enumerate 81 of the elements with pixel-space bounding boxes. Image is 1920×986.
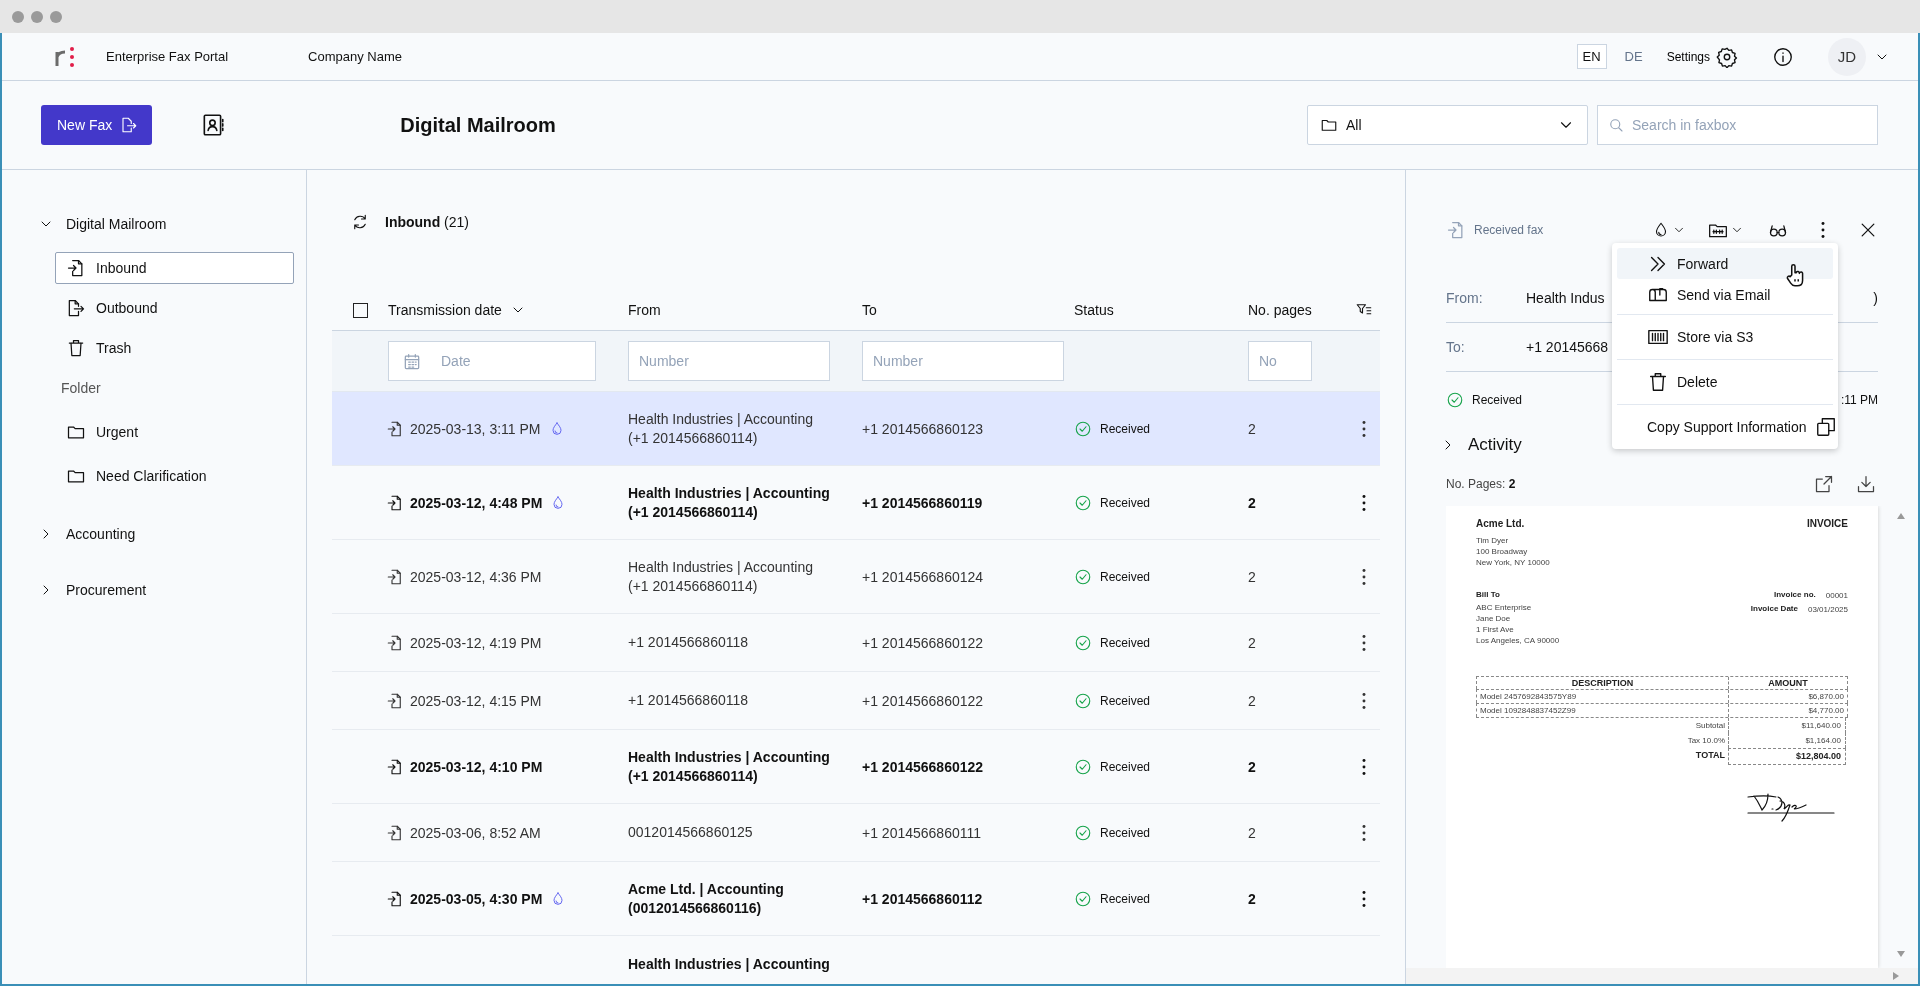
table-cell: 2025-03-12, 4:36 PM bbox=[410, 568, 542, 585]
table-cell: 2025-03-05, 4:30 PM bbox=[410, 890, 543, 907]
table-cell: 2025-03-12, 4:15 PM bbox=[410, 692, 542, 709]
table-cell: Model 1092848837452Z99 bbox=[1477, 704, 1729, 717]
table-cell-text: Health Industries | Accounting (+1 2014566860114) bbox=[628, 483, 831, 522]
app-name: Enterprise Fax Portal bbox=[106, 49, 229, 64]
table-cell-text: 2 bbox=[1248, 890, 1257, 907]
table-cell-text: $6,870.00 bbox=[1807, 691, 1845, 703]
field-value: +1 20145668 bbox=[1526, 339, 1609, 355]
status-label: Received bbox=[1100, 891, 1151, 906]
table-cell: 2025-03-12, 4:19 PM bbox=[410, 634, 542, 651]
table-cell: 2025-03-12, 4:10 PM bbox=[410, 758, 543, 775]
table-cell-text: +1 2014566860124 bbox=[862, 568, 985, 585]
table-cell-text: +1 2014566860122 bbox=[862, 634, 985, 651]
total-label: Tax 10.0% bbox=[1686, 735, 1726, 747]
address-line: 100 Broadway bbox=[1476, 546, 1529, 557]
invoice-meta-label: Invoice Date bbox=[1750, 603, 1798, 615]
table-cell-text: +1 2014566860111 bbox=[862, 824, 982, 841]
table-cell-text: 2 bbox=[1248, 568, 1257, 585]
table-cell-text: Health Industries | Accounting (+1 2014566860114) bbox=[628, 409, 814, 448]
field-label: To: bbox=[1446, 339, 1466, 355]
table-cell-text: +1 2014566860123 bbox=[862, 420, 985, 437]
table-cell-text: +1 2014566860122 bbox=[862, 692, 985, 709]
status-label: Received bbox=[1472, 393, 1523, 407]
field-label: From: bbox=[1446, 290, 1484, 306]
table-cell-text: Health Industries | Accounting bbox=[628, 955, 831, 974]
table-cell-text: +1 2014566860122 bbox=[862, 758, 985, 775]
table-cell-text: 2 bbox=[1248, 634, 1257, 651]
status-label: Received bbox=[1100, 421, 1151, 436]
total-value: $1,164.00 bbox=[1728, 733, 1846, 748]
page-title: Digital Mailroom bbox=[400, 113, 556, 137]
field-value: Health Indus bbox=[1526, 290, 1605, 306]
invoice-meta-value: 00001 bbox=[1825, 589, 1848, 601]
table-cell-text: +1 2014566860112 bbox=[862, 890, 984, 907]
address-line: New York, NY 10000 bbox=[1476, 557, 1551, 568]
total-value: $11,640.00 bbox=[1728, 718, 1846, 733]
invoice-meta-value: 03/01/2025 bbox=[1807, 603, 1848, 615]
status-label: Received bbox=[1100, 693, 1151, 708]
timestamp: :11 PM bbox=[1840, 393, 1878, 407]
table-header: AMOUNT bbox=[1767, 677, 1809, 689]
address-line: ABC Enterprise bbox=[1476, 602, 1533, 613]
folder-heading: Folder bbox=[60, 379, 102, 398]
list-title: Inbound (21) bbox=[385, 214, 469, 230]
invoice-meta-label: Invoice no. bbox=[1773, 589, 1816, 601]
table-cell-text: +1 2014566860118 bbox=[628, 691, 750, 710]
table-cell-text: Acme Ltd. | Accounting (0012014566860116) bbox=[628, 879, 785, 918]
total-label: Subtotal bbox=[1694, 720, 1726, 732]
table-cell: 2025-03-06, 8:52 AM bbox=[410, 824, 541, 841]
table-cell: Model 2457692843575Y89 bbox=[1477, 690, 1729, 703]
table-cell-text: 2 bbox=[1248, 824, 1257, 841]
table-cell-text: $4,770.00 bbox=[1807, 705, 1845, 717]
panel-title: Received fax bbox=[1474, 223, 1544, 237]
table-cell-text: Health Industries | Accounting (+1 2014566860114) bbox=[628, 557, 814, 596]
total-label: TOTAL bbox=[1694, 749, 1726, 762]
bill-to-label: Bill To bbox=[1476, 589, 1501, 601]
table-cell: 2025-03-13, 3:11 PM bbox=[410, 420, 541, 437]
table-cell-text: +1 2014566860119 bbox=[862, 494, 984, 511]
table-cell-text: Health Industries | Accounting (+1 2014566860114) bbox=[628, 747, 831, 786]
table-cell-text: 2 bbox=[1248, 758, 1257, 775]
address-line: Tim Dyer bbox=[1476, 535, 1510, 546]
company-name: Company Name bbox=[308, 49, 403, 64]
document-company: Acme Ltd. bbox=[1476, 518, 1525, 529]
table-cell-text: 0012014566860125 bbox=[628, 823, 754, 842]
document-title: INVOICE bbox=[1806, 518, 1848, 529]
table-cell-text: +1 2014566860118 bbox=[628, 633, 750, 652]
page-count: No. Pages: 2 bbox=[1446, 477, 1516, 491]
table-cell-text: 2 bbox=[1248, 420, 1257, 437]
total-value: $12,804.00 bbox=[1728, 748, 1846, 765]
status-label: Received bbox=[1100, 495, 1151, 510]
status-label: Received bbox=[1100, 759, 1151, 774]
field-value: ) bbox=[1873, 290, 1878, 306]
address-line: Jane Doe bbox=[1476, 613, 1512, 624]
table-cell-text: 2 bbox=[1248, 692, 1257, 709]
status-label: Received bbox=[1100, 569, 1151, 584]
table-cell: 2025-03-12, 4:48 PM bbox=[410, 494, 543, 511]
status-label: Received bbox=[1100, 825, 1151, 840]
status-label: Received bbox=[1100, 635, 1151, 650]
address-line: 1 First Ave bbox=[1476, 624, 1515, 635]
table-header: DESCRIPTION bbox=[1477, 677, 1729, 689]
table-cell-text: 2 bbox=[1248, 494, 1257, 511]
address-line: Los Angeles, CA 90000 bbox=[1476, 635, 1560, 646]
